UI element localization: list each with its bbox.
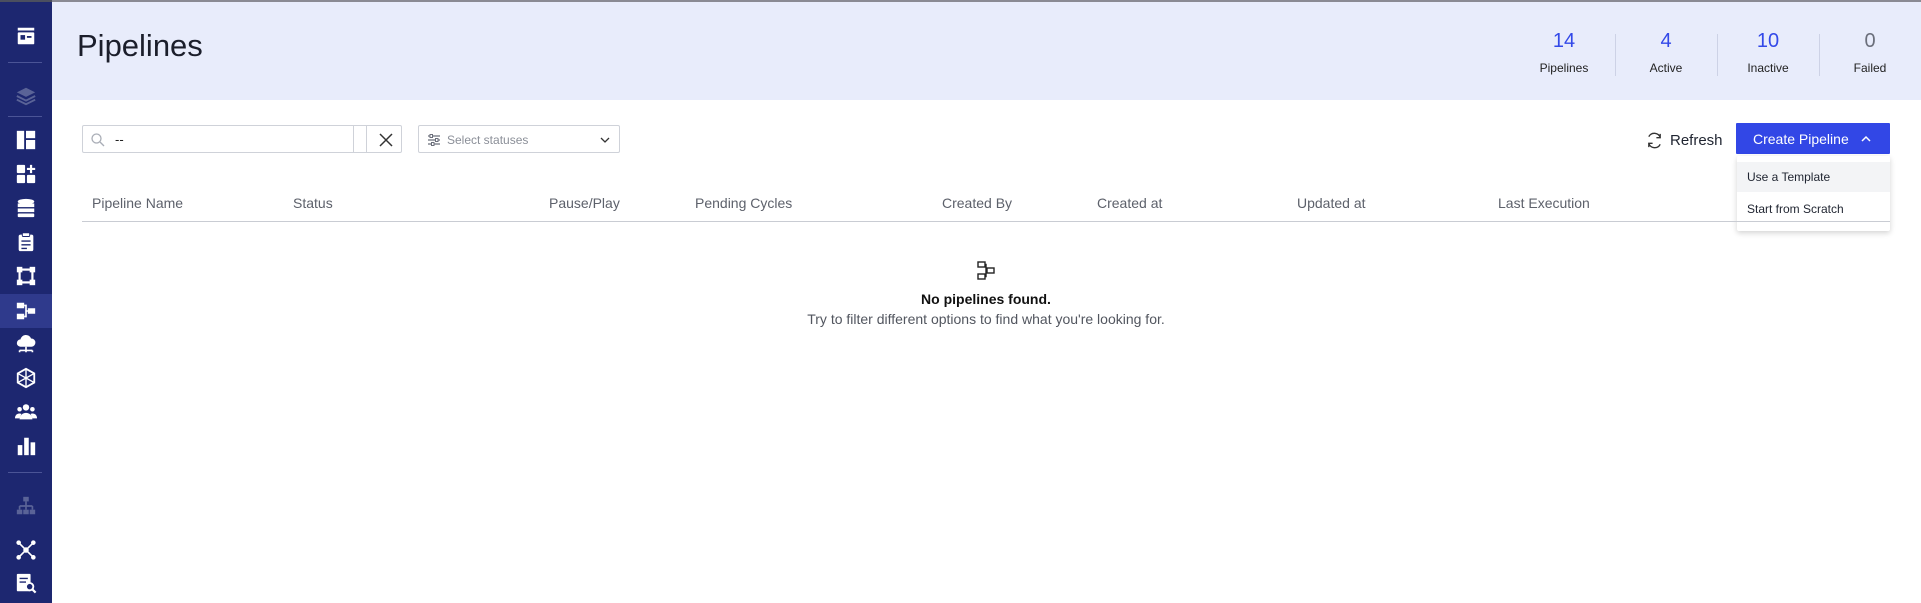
search-divider — [353, 126, 367, 152]
users-icon[interactable] — [13, 399, 39, 425]
layers-icon[interactable] — [13, 83, 39, 109]
stat-inactive: 10 Inactive — [1717, 2, 1819, 100]
network-icon[interactable] — [13, 365, 39, 391]
stats-summary: 14 Pipelines 4 Active 10 Inactive 0 Fail… — [1513, 2, 1921, 100]
stat-inactive-label: Inactive — [1747, 61, 1789, 75]
refresh-button[interactable]: Refresh — [1645, 128, 1723, 152]
sidebar-divider — [8, 62, 42, 63]
column-pipeline-name[interactable]: Pipeline Name — [92, 195, 183, 211]
app-root: Pipelines 14 Pipelines 4 Active 10 Inact… — [0, 0, 1921, 603]
stat-pipelines: 14 Pipelines — [1513, 2, 1615, 100]
sidebar — [0, 0, 52, 603]
search-input[interactable] — [115, 130, 335, 148]
column-status[interactable]: Status — [293, 195, 333, 211]
dashboard-icon[interactable] — [13, 127, 39, 153]
status-filter-select[interactable]: Select statuses — [418, 125, 620, 153]
app-logo-icon[interactable] — [13, 23, 39, 49]
add-widget-icon[interactable] — [13, 161, 39, 187]
stat-failed: 0 Failed — [1819, 2, 1921, 100]
stat-failed-label: Failed — [1853, 61, 1887, 75]
stat-active-label: Active — [1649, 61, 1683, 75]
search-document-icon[interactable] — [13, 570, 39, 596]
column-updated-at[interactable]: Updated at — [1297, 195, 1366, 211]
table-header: Pipeline Name Status Pause/Play Pending … — [82, 188, 1890, 222]
stat-active: 4 Active — [1615, 2, 1717, 100]
filter-sliders-icon — [428, 134, 440, 146]
search-icon — [91, 133, 105, 147]
column-last-execution[interactable]: Last Execution — [1498, 195, 1590, 211]
stat-pipelines-label: Pipelines — [1539, 61, 1589, 75]
refresh-icon — [1648, 132, 1661, 148]
graph-icon[interactable] — [13, 537, 39, 563]
status-filter-placeholder: Select statuses — [447, 133, 529, 147]
clear-search-icon[interactable] — [377, 131, 395, 149]
stat-active-value: 4 — [1660, 30, 1672, 52]
refresh-label: Refresh — [1670, 131, 1723, 149]
column-pause-play[interactable]: Pause/Play — [549, 195, 620, 211]
clipboard-icon[interactable] — [13, 229, 39, 255]
database-icon[interactable] — [13, 195, 39, 221]
page-title: Pipelines — [77, 28, 203, 63]
stat-pipelines-value: 14 — [1552, 30, 1576, 52]
column-pending-cycles[interactable]: Pending Cycles — [695, 195, 792, 211]
stat-inactive-value: 10 — [1756, 30, 1780, 52]
empty-state: No pipelines found. Try to filter differ… — [82, 260, 1890, 327]
stat-failed-value: 0 — [1864, 30, 1876, 52]
sidebar-divider — [8, 472, 42, 473]
column-created-by[interactable]: Created By — [942, 195, 1012, 211]
sidebar-divider — [8, 116, 42, 117]
empty-state-subtitle: Try to filter different options to find … — [807, 311, 1165, 327]
frame-icon[interactable] — [13, 263, 39, 289]
chevron-down-icon — [600, 137, 610, 143]
pipeline-icon[interactable] — [13, 298, 39, 324]
column-created-at[interactable]: Created at — [1097, 195, 1162, 211]
create-pipeline-label: Create Pipeline — [1753, 130, 1849, 147]
cloud-network-icon[interactable] — [13, 331, 39, 357]
pipeline-icon — [977, 261, 995, 280]
chevron-up-icon — [1861, 135, 1871, 142]
search-box — [82, 125, 402, 153]
empty-state-title: No pipelines found. — [921, 291, 1051, 307]
page-header: Pipelines 14 Pipelines 4 Active 10 Inact… — [52, 0, 1921, 100]
bar-chart-icon[interactable] — [13, 433, 39, 459]
hierarchy-icon[interactable] — [13, 493, 39, 519]
create-pipeline-button[interactable]: Create Pipeline — [1736, 123, 1890, 154]
